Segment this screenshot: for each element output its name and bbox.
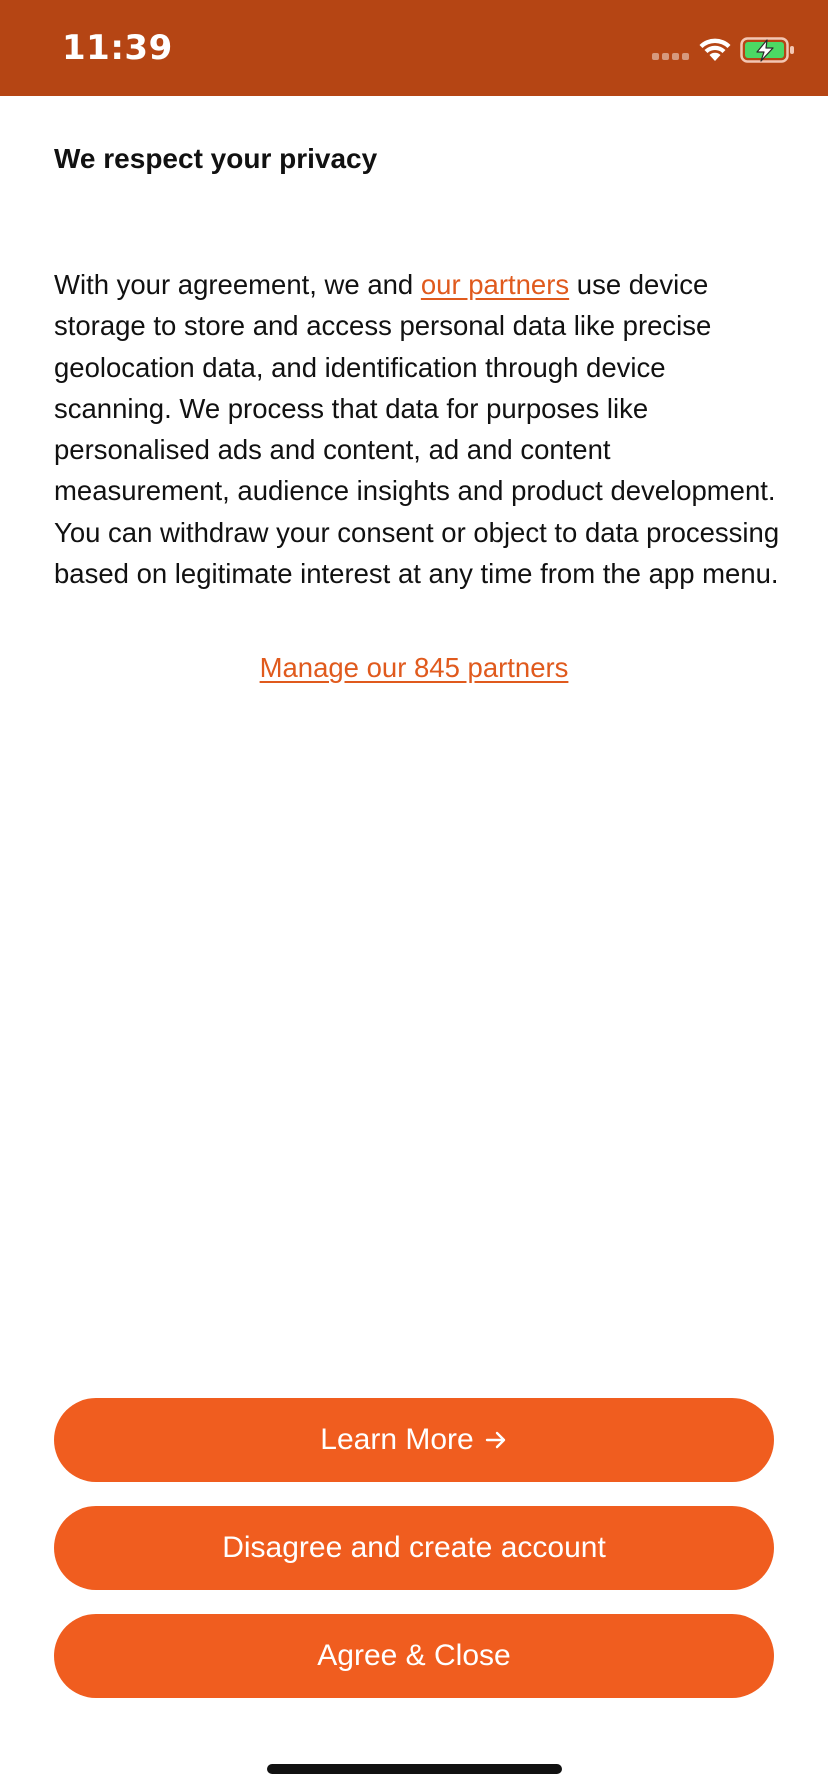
our-partners-link[interactable]: our partners [421,269,569,300]
manage-partners-link[interactable]: Manage our 845 partners [260,652,569,683]
manage-partners-container: Manage our 845 partners [0,652,828,684]
home-indicator[interactable] [267,1764,562,1774]
agree-label: Agree & Close [317,1639,511,1672]
cellular-signal-icon [652,53,689,60]
learn-more-button[interactable]: Learn More [54,1398,774,1482]
status-bar: 11:39 [0,0,828,96]
consent-body-suffix: use device storage to store and access p… [54,269,780,590]
battery-charging-icon [740,37,794,63]
arrow-right-icon [485,1431,505,1449]
wifi-icon [699,38,731,61]
status-time: 11:39 [62,28,173,68]
disagree-create-account-button[interactable]: Disagree and create account [54,1506,774,1590]
disagree-label: Disagree and create account [222,1531,606,1564]
consent-title: We respect your privacy [54,143,378,174]
consent-body: With your agreement, we and our partners… [54,264,782,594]
learn-more-label: Learn More [320,1423,474,1456]
consent-body-prefix: With your agreement, we and [54,269,421,300]
agree-close-button[interactable]: Agree & Close [54,1614,774,1698]
